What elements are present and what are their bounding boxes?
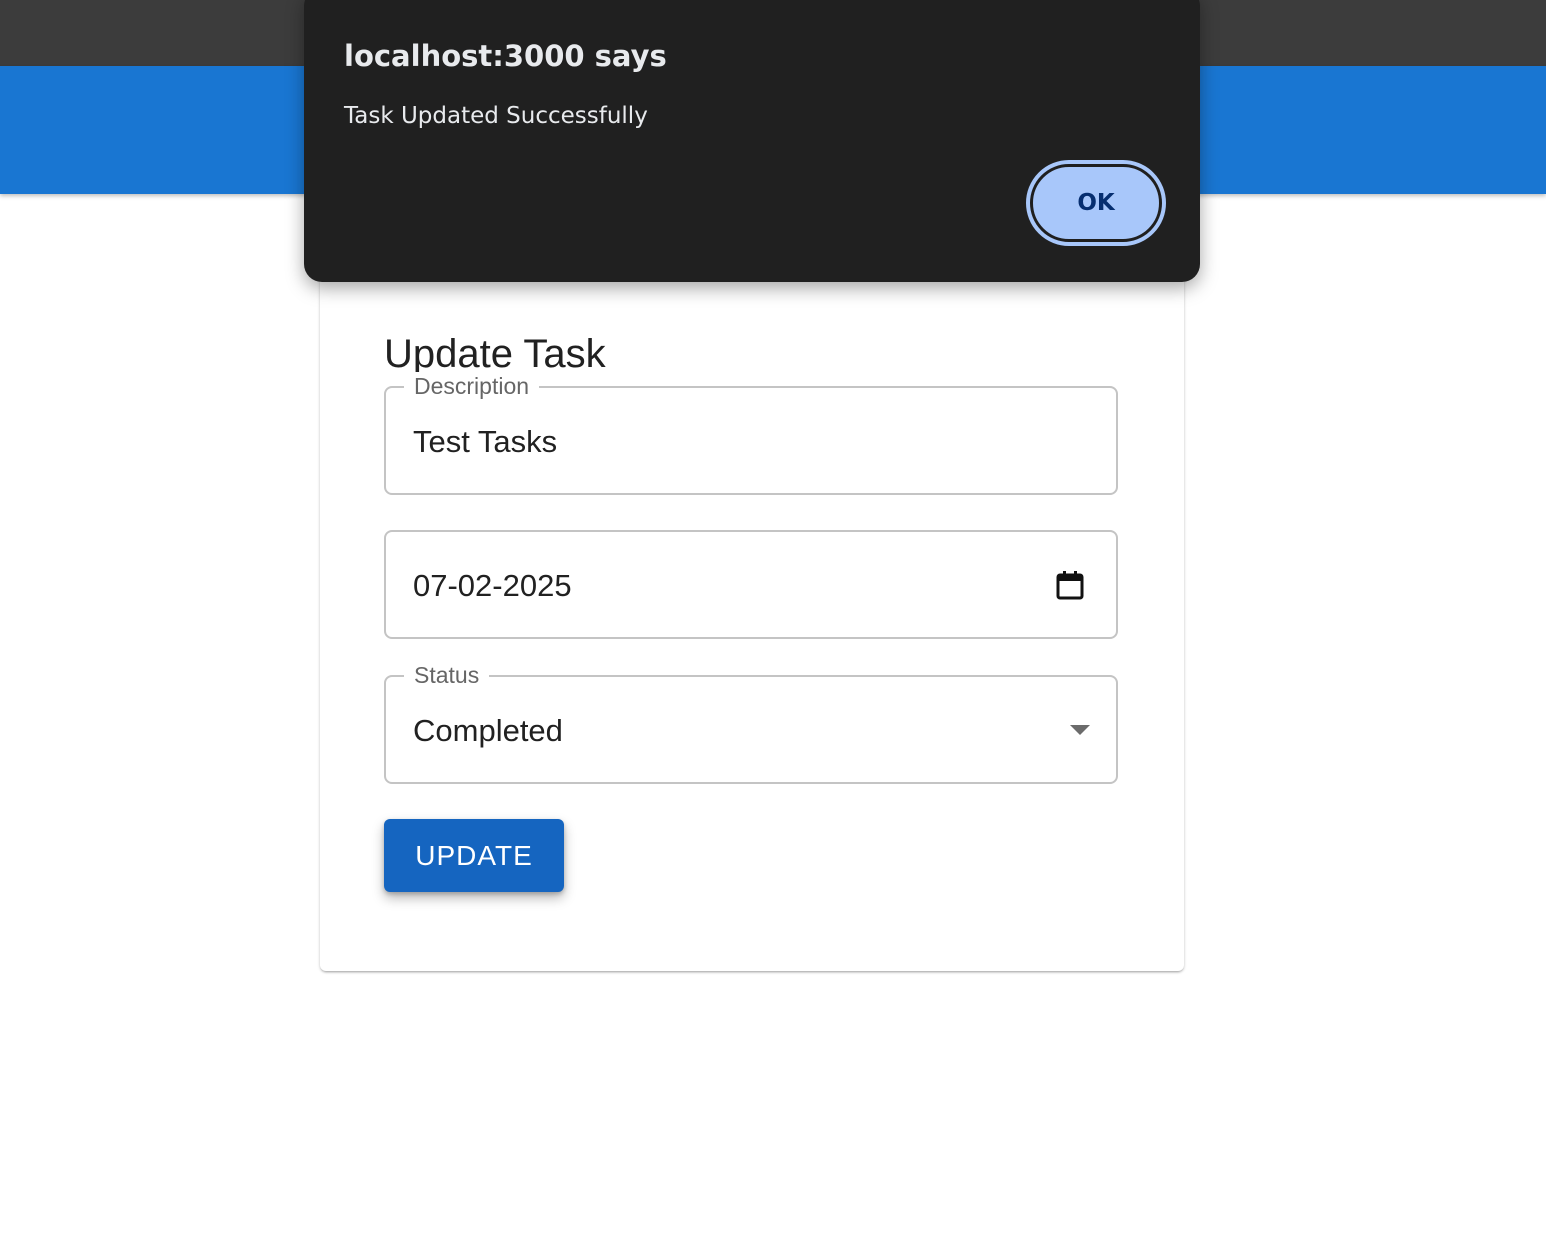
calendar-icon[interactable] [1056,570,1084,600]
status-select[interactable]: Status Completed [384,661,1118,784]
date-value: 07-02-2025 [413,568,572,603]
description-value: Test Tasks [413,424,558,459]
form-title: Update Task [384,332,606,376]
date-field[interactable]: 07-02-2025 [384,530,1118,639]
update-task-card: Update Task Description Test Tasks 07-02… [320,236,1184,971]
alert-dialog: localhost:3000 says Task Updated Success… [304,0,1200,282]
status-value: Completed [413,713,563,748]
status-label: Status [404,661,490,689]
alert-message: Task Updated Successfully [344,103,648,129]
update-button[interactable]: UPDATE [384,819,564,892]
ok-button[interactable]: OK [1026,160,1166,246]
description-label: Description [404,372,540,400]
dropdown-arrow-icon[interactable] [1070,725,1090,735]
description-field[interactable]: Description Test Tasks [384,372,1118,495]
alert-title: localhost:3000 says [344,39,667,73]
